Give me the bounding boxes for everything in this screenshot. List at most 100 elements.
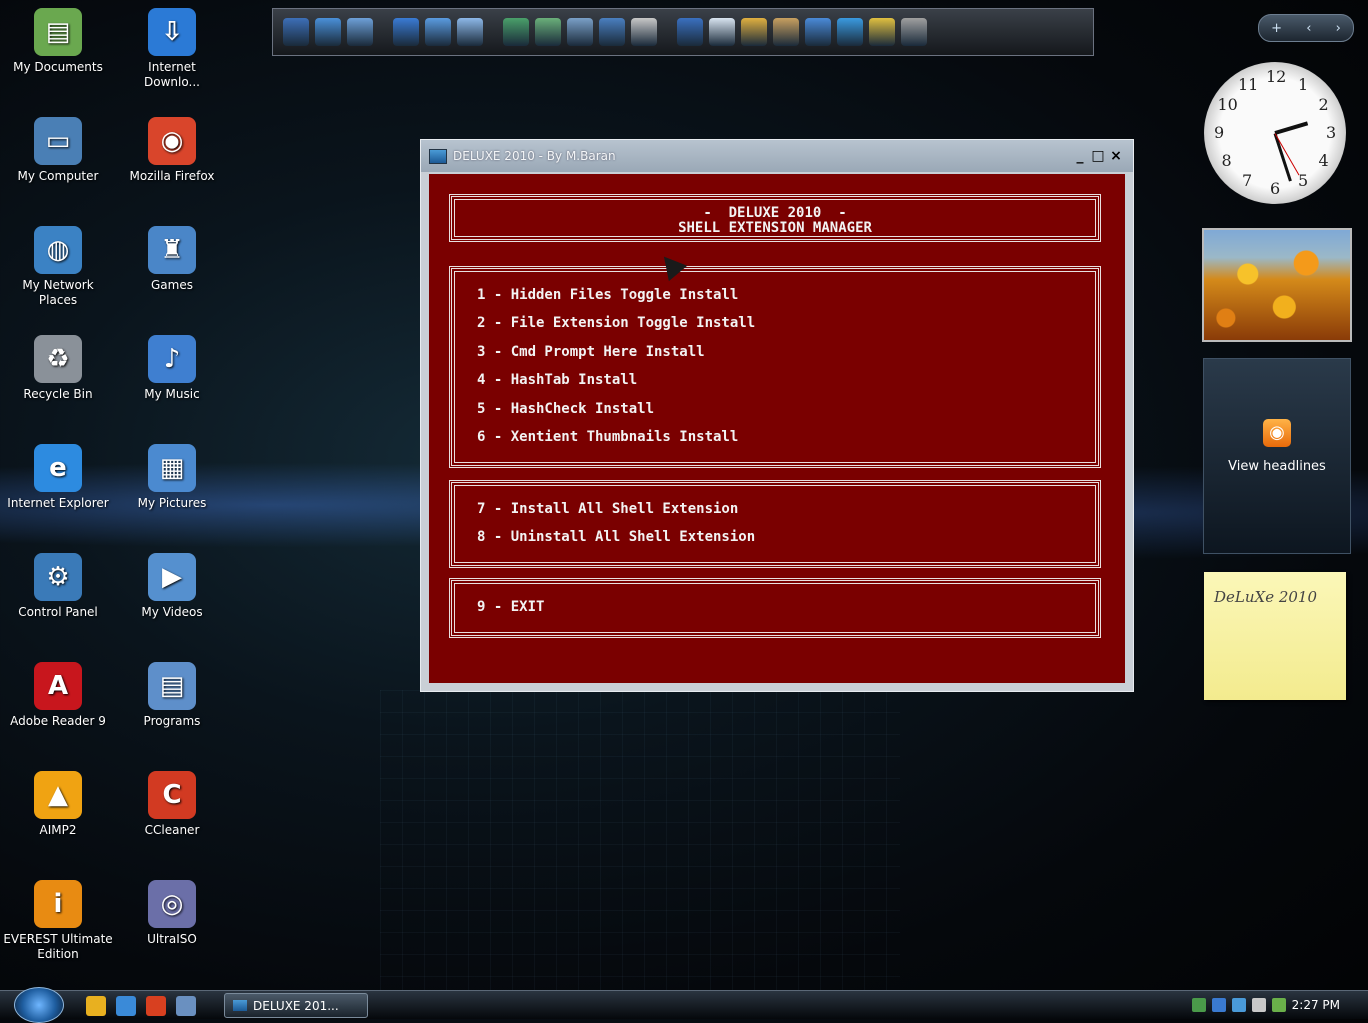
- minimize-button[interactable]: _: [1071, 147, 1089, 165]
- desktop-icon-label: Games: [151, 278, 193, 292]
- ultraiso-icon: ◎: [148, 880, 196, 928]
- users-icon[interactable]: [805, 18, 831, 46]
- desktop-icon-label: My Music: [144, 387, 200, 401]
- menu-install-item[interactable]: 2 - File Extension Toggle Install: [477, 309, 1098, 337]
- photo-gallery-icon[interactable]: [535, 18, 561, 46]
- taskbar: DELUXE 201... 2:27 PM: [0, 987, 1368, 1023]
- tray-update-icon[interactable]: [1231, 998, 1246, 1012]
- maximize-button[interactable]: □: [1089, 147, 1107, 165]
- cow-icon[interactable]: [773, 18, 799, 46]
- plane-icon[interactable]: [869, 18, 895, 46]
- sidebar-add-button[interactable]: +: [1271, 21, 1282, 36]
- menu-all-item[interactable]: 7 - Install All Shell Extension: [477, 495, 1098, 523]
- console-client-area[interactable]: - DELUXE 2010 - SHELL EXTENSION MANAGER …: [429, 174, 1125, 683]
- desktop-icon-firefox[interactable]: ◉ Mozilla Firefox: [116, 117, 228, 184]
- tool-icon[interactable]: [631, 18, 657, 46]
- desktop-icon-videos-folder[interactable]: ▶ My Videos: [116, 553, 228, 620]
- menu-install-item[interactable]: 6 - Xentient Thumbnails Install: [477, 423, 1098, 451]
- desktop-icon-music-folder[interactable]: ♪ My Music: [116, 335, 228, 402]
- lock-icon[interactable]: [901, 18, 927, 46]
- quicklaunch-ie-icon[interactable]: [116, 996, 136, 1016]
- desktop-icon-label: My Computer: [17, 169, 99, 183]
- desktop-icon-ultraiso[interactable]: ◎ UltraISO: [116, 880, 228, 947]
- monitor-icon[interactable]: [677, 18, 703, 46]
- internet-explorer-icon: e: [34, 444, 82, 492]
- menu-box-all: 7 - Install All Shell Extension 8 - Unins…: [449, 480, 1101, 568]
- desktop-icon-ccleaner[interactable]: C CCleaner: [116, 771, 228, 838]
- menu-all-item[interactable]: 8 - Uninstall All Shell Extension: [477, 523, 1098, 551]
- desktop-icon-games-folder[interactable]: ♜ Games: [116, 226, 228, 293]
- menu-install-item[interactable]: 5 - HashCheck Install: [477, 395, 1098, 423]
- desktop-icon-internet-explorer[interactable]: e Internet Explorer: [2, 444, 114, 511]
- quicklaunch-desktop-icon[interactable]: [86, 996, 106, 1016]
- close-button[interactable]: ×: [1107, 147, 1125, 165]
- menu-install-item[interactable]: 3 - Cmd Prompt Here Install: [477, 338, 1098, 366]
- download-manager-icon: ⇩: [148, 8, 196, 56]
- word-icon[interactable]: [393, 18, 419, 46]
- sidebar-controls: + ‹ ›: [1258, 14, 1354, 42]
- desktop-icon-label: My Videos: [141, 605, 203, 619]
- screen-icon[interactable]: [567, 18, 593, 46]
- desktop-icon-control-panel[interactable]: ⚙ Control Panel: [2, 553, 114, 620]
- sticky-note-text: DeLuXe 2010: [1214, 588, 1318, 606]
- desktop-wallpaper-grid: [380, 690, 900, 990]
- menu-install-item[interactable]: 4 - HashTab Install: [477, 366, 1098, 394]
- desktop-icon-programs-folder[interactable]: ▤ Programs: [116, 662, 228, 729]
- everest-icon: i: [34, 880, 82, 928]
- mail-icon[interactable]: [457, 18, 483, 46]
- tray-device-icon[interactable]: [1271, 998, 1286, 1012]
- adobe-reader-icon: A: [34, 662, 82, 710]
- header-title: - DELUXE 2010 -: [703, 205, 847, 221]
- desktop-icon-everest[interactable]: i EVEREST Ultimate Edition: [2, 880, 114, 962]
- desktop-icon-label: My Pictures: [137, 496, 207, 510]
- desktop-icon-label: My Documents: [13, 60, 103, 74]
- system-icon[interactable]: [283, 18, 309, 46]
- clock-numeral: 3: [1326, 123, 1337, 142]
- sidebar-prev-button[interactable]: ‹: [1306, 21, 1311, 36]
- desktop-icon-pictures-folder[interactable]: ▦ My Pictures: [116, 444, 228, 511]
- menu-install-item[interactable]: 1 - Hidden Files Toggle Install: [477, 281, 1098, 309]
- computer-icon[interactable]: [599, 18, 625, 46]
- globe-icon[interactable]: [315, 18, 341, 46]
- feed-headlines-gadget[interactable]: ◉ View headlines: [1203, 358, 1351, 554]
- tray-clock[interactable]: 2:27 PM: [1292, 998, 1340, 1012]
- desktop-icon-aimp[interactable]: ▲ AIMP2: [2, 771, 114, 838]
- desktop-icon-adobe-reader[interactable]: A Adobe Reader 9: [2, 662, 114, 729]
- document-icon[interactable]: [425, 18, 451, 46]
- desktop-icon-label: My Network Places: [22, 278, 94, 307]
- quicklaunch-media-icon[interactable]: [146, 996, 166, 1016]
- shield-icon[interactable]: [347, 18, 373, 46]
- window-titlebar[interactable]: DELUXE 2010 - By M.Baran _ □ ×: [421, 140, 1133, 172]
- tray-network-icon[interactable]: [1191, 998, 1206, 1012]
- quicklaunch-folder-icon[interactable]: [176, 996, 196, 1016]
- control-panel-icon: ⚙: [34, 553, 82, 601]
- app-icon: [429, 148, 447, 164]
- sidebar-next-button[interactable]: ›: [1336, 21, 1341, 36]
- tray-volume-icon[interactable]: [1251, 998, 1266, 1012]
- desktop-icon-download-manager[interactable]: ⇩ Internet Downlo...: [116, 8, 228, 90]
- taskbar-button-label: DELUXE 201...: [253, 998, 339, 1013]
- taskbar-button-deluxe[interactable]: DELUXE 201...: [224, 993, 368, 1018]
- picture-icon[interactable]: [503, 18, 529, 46]
- slideshow-gadget[interactable]: [1202, 228, 1352, 342]
- notepad-icon[interactable]: [709, 18, 735, 46]
- ie-icon[interactable]: [837, 18, 863, 46]
- clock-numeral: 12: [1266, 67, 1287, 86]
- menu-exit-item[interactable]: 9 - EXIT: [477, 593, 1098, 621]
- desktop-icon-recycle-bin[interactable]: ♻ Recycle Bin: [2, 335, 114, 402]
- recycle-bin-icon: ♻: [34, 335, 82, 383]
- desktop-icon-computer[interactable]: ▭ My Computer: [2, 117, 114, 184]
- sticky-note-gadget[interactable]: DeLuXe 2010: [1204, 572, 1346, 700]
- desktop-icon-folder[interactable]: ▤ My Documents: [2, 8, 114, 75]
- image-icon[interactable]: [741, 18, 767, 46]
- games-folder-icon: ♜: [148, 226, 196, 274]
- firefox-icon: ◉: [148, 117, 196, 165]
- desktop-icon-label: Mozilla Firefox: [129, 169, 215, 183]
- tray-security-icon[interactable]: [1211, 998, 1226, 1012]
- desktop-icon-globe[interactable]: ◍ My Network Places: [2, 226, 114, 308]
- desktop-icon-label: Adobe Reader 9: [10, 714, 106, 728]
- computer-icon: ▭: [34, 117, 82, 165]
- clock-gadget[interactable]: 12 1 2 3 4 5 6 7 8 9 10 11: [1204, 62, 1346, 204]
- globe-icon: ◍: [34, 226, 82, 274]
- top-dock: [272, 8, 1094, 56]
